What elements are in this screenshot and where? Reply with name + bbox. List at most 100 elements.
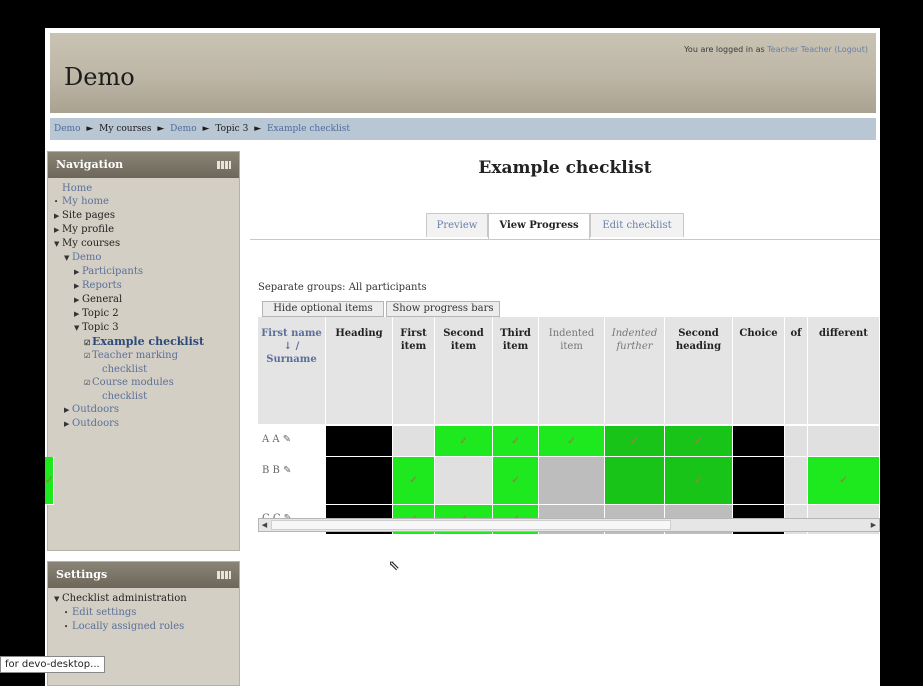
column-header: First item [393,317,435,425]
settings-block-header: Settings [48,562,239,588]
pencil-icon[interactable]: ✎ [280,434,291,445]
progress-cell [326,457,393,505]
table-row: B B ✎ [258,457,326,505]
navigation-block-header: Navigation [48,152,239,178]
pencil-icon[interactable]: ✎ [280,465,291,476]
scroll-right-arrow-icon[interactable]: ▶ [868,519,879,531]
navigation-item[interactable]: ▶ Topic 2 [52,307,239,321]
breadcrumb-item-demo[interactable]: Demo [54,124,81,134]
column-header: of [785,317,808,425]
checkmark-icon: ✓ [694,475,703,486]
navigation-item[interactable]: ☑ Example checklist [52,335,239,349]
login-prefix: You are logged in as [684,45,765,54]
navigation-item[interactable]: ▶ Participants [52,265,239,279]
progress-cell: ✓ [665,426,733,457]
navigation-item-label: Topic 2 [82,308,119,319]
breadcrumb-item-course[interactable]: Demo [170,124,197,134]
settings-tree: ▼ Checklist administration • Edit settings •… [48,588,239,640]
hide-optional-items-button[interactable]: Hide optional items [262,301,384,317]
navigation-item[interactable]: checklist [52,390,239,403]
navigation-item-label: Reports [82,280,122,291]
tree-marker-icon: ☑ [84,379,91,387]
dock-block-icon[interactable] [217,571,231,579]
navigation-item[interactable]: ▼ Topic 3 [52,321,239,335]
checklist-tabs: Preview View Progress Edit checklist [250,213,880,240]
progress-cell [393,426,435,457]
navigation-block: Navigation Home • My home ▶ Site pages ▶ My pr… [47,151,240,551]
navigation-item-label: checklist [102,391,148,402]
progress-cell: ✓ [393,457,435,505]
scroll-left-arrow-icon[interactable]: ◀ [259,519,270,531]
tree-marker-icon: ▶ [54,212,60,220]
checkmark-icon: ✓ [839,475,848,486]
column-header[interactable]: First name ↓ / Surname [258,317,326,425]
navigation-item[interactable]: ▶ Outdoors [52,403,239,417]
breadcrumb-item-current[interactable]: Example checklist [267,124,350,134]
navigation-item-label: General [82,294,123,305]
browser-viewport: Demo You are logged in as Teacher Teache… [45,28,880,686]
column-header: Heading [326,317,393,425]
navigation-item[interactable]: ▶ Reports [52,279,239,293]
checkmark-icon: ✓ [567,436,576,447]
navigation-item[interactable]: checklist [52,363,239,376]
dock-block-icon[interactable] [217,161,231,169]
settings-item-label: Edit settings [72,607,137,618]
breadcrumb-item-topic[interactable]: Topic 3 [215,124,248,134]
progress-cell [45,426,46,457]
navigation-item[interactable]: ▼ Demo [52,251,239,265]
tab-view-progress[interactable]: View Progress [488,213,590,239]
scrollbar-thumb[interactable] [271,520,671,530]
navigation-item[interactable]: ▶ My profile [52,223,239,237]
column-header: different [808,317,880,425]
tree-marker-icon: ▶ [64,420,70,428]
tab-edit-checklist[interactable]: Edit checklist [590,213,684,237]
student-name-link[interactable]: A A [262,434,280,445]
show-progress-bars-button[interactable]: Show progress bars [386,301,500,317]
settings-item[interactable]: • Edit settings [52,606,239,620]
column-header: Indented further [605,317,665,425]
logout-link[interactable]: (Logout) [834,45,868,54]
progress-cell [326,426,393,457]
progress-cell [605,457,665,505]
checkmark-icon: ✓ [511,436,520,447]
navigation-item[interactable]: ▼ My courses [52,237,239,251]
navigation-item[interactable]: • My home [52,195,239,209]
navigation-tree: Home • My home ▶ Site pages ▶ My profile ▼ My co… [48,178,239,437]
tab-preview[interactable]: Preview [426,213,488,237]
navigation-item-label: Participants [82,266,143,277]
navigation-item-label: Course modules [92,377,174,388]
tree-marker-icon: ▶ [74,296,80,304]
settings-item[interactable]: ▼ Checklist administration [52,592,239,606]
navigation-item[interactable]: ▶ General [52,293,239,307]
progress-cell: ✓ [808,457,880,505]
settings-item[interactable]: • Locally assigned roles [52,620,239,634]
table-horizontal-scrollbar[interactable]: ◀ ▶ [258,518,880,532]
tree-marker-icon: ▶ [54,226,60,234]
column-header: Second item [435,317,493,425]
tree-marker-icon: ☑ [84,338,91,347]
progress-cell: ✓ [435,426,493,457]
student-name-link[interactable]: B B [262,465,280,476]
settings-item-label: Locally assigned roles [72,621,185,632]
checkmark-icon: ✓ [45,475,54,486]
breadcrumb-item-my-courses[interactable]: My courses [99,124,151,134]
progress-cell [539,457,605,505]
navigation-title: Navigation [56,158,124,171]
navigation-item-label: Home [62,183,93,194]
navigation-item[interactable]: ☑ Course modules [52,376,239,390]
column-header: Indented item [539,317,605,425]
breadcrumb-separator: ► [157,124,165,134]
progress-cell [733,426,785,457]
navigation-item-label: Topic 3 [82,322,119,333]
login-user-link[interactable]: Teacher Teacher [767,45,832,54]
site-title[interactable]: Demo [64,63,135,91]
tree-marker-icon: ▼ [54,595,60,603]
mouse-pointer-icon: ⇖ [388,558,400,574]
login-info: You are logged in as Teacher Teacher (Lo… [684,45,868,54]
navigation-item[interactable]: ☑ Teacher marking [52,349,239,363]
navigation-item[interactable]: ▶ Outdoors [52,417,239,431]
tree-marker-icon: • [54,198,59,206]
navigation-item[interactable]: Home [52,182,239,195]
navigation-item[interactable]: ▶ Site pages [52,209,239,223]
navigation-item-label: Site pages [62,210,115,221]
